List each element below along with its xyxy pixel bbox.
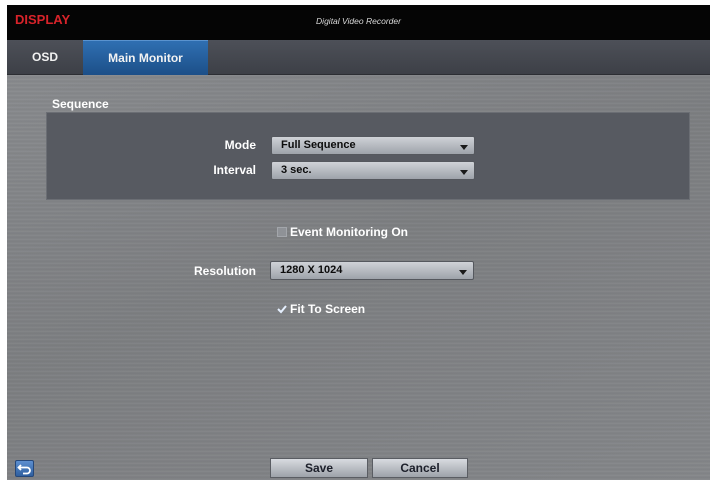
- tab-osd[interactable]: OSD: [7, 40, 83, 74]
- checkbox-unchecked-icon: [277, 226, 287, 237]
- tab-bar: OSD Main Monitor: [7, 40, 710, 75]
- mode-dropdown[interactable]: Full Sequence: [271, 136, 475, 155]
- mode-label: Mode: [224, 138, 256, 152]
- cancel-button[interactable]: Cancel: [372, 458, 468, 478]
- interval-value: 3 sec.: [281, 164, 312, 176]
- event-monitoring-checkbox[interactable]: Event Monitoring On: [277, 225, 408, 239]
- chevron-down-icon: [460, 145, 468, 150]
- back-button[interactable]: [15, 460, 34, 477]
- back-arrow-icon: [17, 464, 31, 475]
- fit-to-screen-checkbox[interactable]: Fit To Screen: [277, 302, 365, 316]
- mode-value: Full Sequence: [281, 139, 356, 151]
- chevron-down-icon: [459, 270, 467, 275]
- save-button[interactable]: Save: [270, 458, 368, 478]
- checkmark-icon: [277, 305, 287, 314]
- sequence-section-title: Sequence: [52, 97, 109, 111]
- chevron-down-icon: [460, 170, 468, 175]
- sequence-section: Mode Full Sequence Interval 3 sec.: [46, 112, 690, 200]
- product-name: Digital Video Recorder: [316, 16, 401, 26]
- title-bar: DISPLAY Digital Video Recorder: [7, 5, 710, 40]
- display-window: DISPLAY Digital Video Recorder OSD Main …: [7, 5, 710, 480]
- resolution-dropdown[interactable]: 1280 X 1024: [270, 261, 474, 280]
- resolution-label: Resolution: [194, 264, 256, 278]
- event-monitoring-label: Event Monitoring On: [290, 225, 408, 239]
- tab-main-monitor[interactable]: Main Monitor: [83, 40, 208, 75]
- main-monitor-panel: Sequence Mode Full Sequence Interval 3 s…: [7, 75, 710, 480]
- interval-dropdown[interactable]: 3 sec.: [271, 161, 475, 180]
- resolution-value: 1280 X 1024: [280, 264, 343, 276]
- interval-label: Interval: [213, 163, 256, 177]
- fit-to-screen-label: Fit To Screen: [290, 302, 366, 316]
